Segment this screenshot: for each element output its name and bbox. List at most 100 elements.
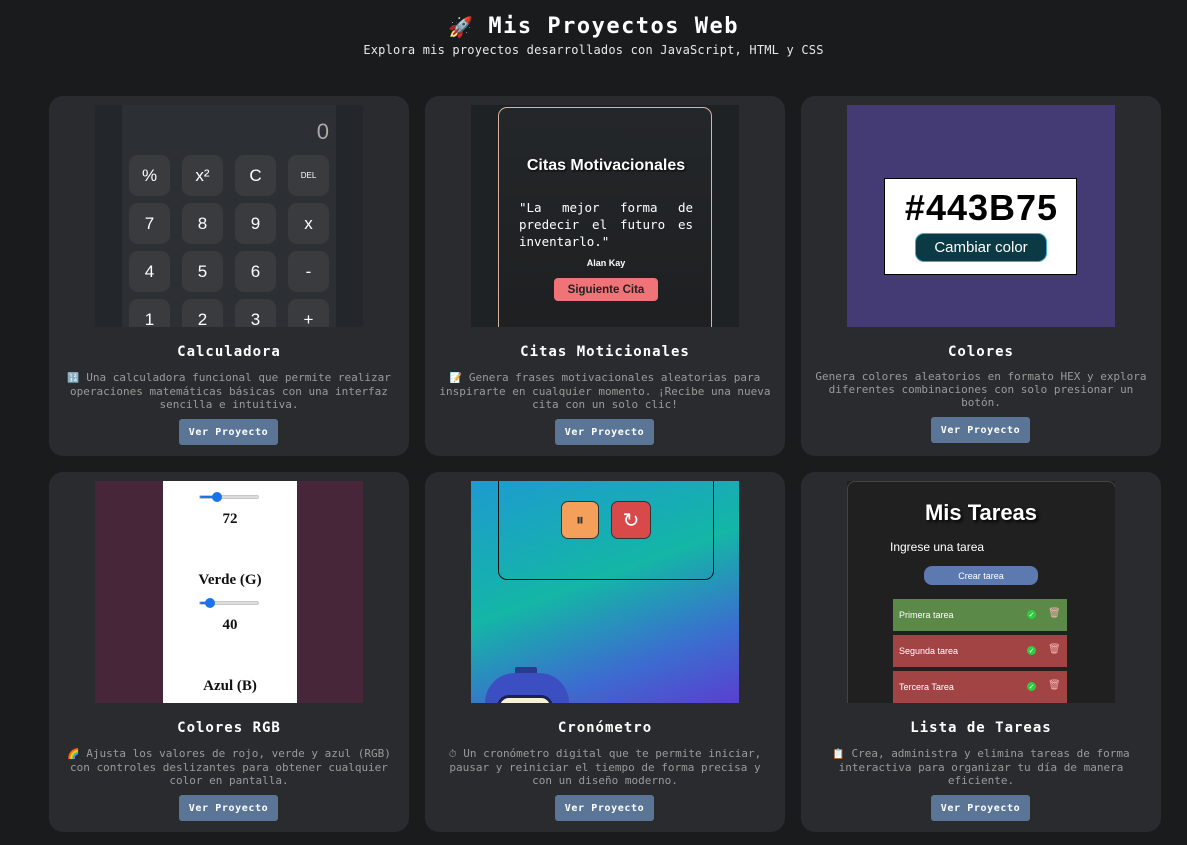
calculator-key: +	[288, 299, 329, 327]
project-title: Citas Moticionales	[520, 344, 690, 360]
project-description: ⏱ Un cronómetro digital que te permite i…	[437, 747, 773, 787]
stopwatch-panel	[498, 481, 714, 580]
ver-proyecto-button[interactable]: Ver Proyecto	[555, 795, 654, 821]
calculator-key: 7	[129, 203, 170, 244]
ver-proyecto-button[interactable]: Ver Proyecto	[931, 417, 1030, 443]
next-quote-button: Siguiente Cita	[554, 278, 658, 301]
change-color-button: Cambiar color	[915, 233, 1047, 262]
project-description-text: Ajusta los valores de rojo, verde y azul…	[70, 747, 391, 787]
calculator-key: DEL	[288, 155, 329, 196]
trash-icon: 🗑	[1048, 644, 1061, 655]
rgb-preview: 72 Verde (G) 40 Azul (B)	[95, 481, 363, 703]
task-row: Primera tarea ✓ 🗑	[893, 599, 1067, 631]
page-header: 🚀 Mis Proyectos Web Explora mis proyecto…	[0, 14, 1187, 57]
project-card-lista-tareas: Mis Tareas Ingrese una tarea Crear tarea…	[801, 472, 1161, 832]
calculator-keypad: % x² C DEL 7 8 9 x 4 5 6- 1 2 3 +	[129, 155, 329, 327]
rocket-icon: 🚀	[447, 14, 475, 39]
project-description-text: Un cronómetro digital que te permite ini…	[449, 747, 762, 787]
memo-icon: 📝	[449, 373, 463, 384]
tasks-title: Mis Tareas	[924, 500, 1038, 525]
quotes-frame: Citas Motivacionales "La mejor forma de …	[498, 107, 712, 327]
pause-icon: ⏸	[561, 501, 599, 539]
task-row: Tercera Tarea ✓ 🗑	[893, 671, 1067, 703]
page-title: 🚀 Mis Proyectos Web	[0, 14, 1187, 39]
trash-icon: 🗑	[1048, 680, 1061, 691]
green-slider-thumb	[204, 598, 215, 608]
calculator-key: 6	[235, 251, 276, 292]
project-description: Genera colores aleatorios en formato HEX…	[813, 370, 1149, 409]
quote-author: Alan Kay	[586, 258, 626, 268]
project-title: Colores	[947, 344, 1014, 360]
project-description-text: Una calculadora funcional que permite re…	[70, 371, 391, 411]
calculator-preview: 0 % x² C DEL 7 8 9 x 4 5 6- 1 2 3 +	[95, 105, 363, 327]
check-icon: ✓	[1027, 682, 1036, 691]
task-text: Primera tarea	[899, 610, 954, 620]
color-hex-box: #443B75 Cambiar color	[884, 178, 1077, 275]
red-value: 72	[222, 511, 238, 527]
create-task-button: Crear tarea	[924, 566, 1038, 585]
project-card-cronometro: ⏸ ↻ Cronómetro ⏱ Un cronómetro digital q…	[425, 472, 785, 832]
blue-label: Azul (B)	[203, 678, 257, 694]
calculator-key: 3	[235, 299, 276, 327]
calculator-key: 2	[182, 299, 223, 327]
calculator-key: C	[235, 155, 276, 196]
task-row: Segunda tarea ✓ 🗑	[893, 635, 1067, 667]
project-description: 🔢 Una calculadora funcional que permite …	[61, 371, 397, 411]
project-card-colores: #443B75 Cambiar color Colores Genera col…	[801, 96, 1161, 456]
ver-proyecto-button[interactable]: Ver Proyecto	[179, 795, 278, 821]
quote-text: "La mejor forma de predecir el futuro es…	[519, 200, 693, 249]
calculator-key: 4	[129, 251, 170, 292]
calculator-key: %	[129, 155, 170, 196]
red-slider	[199, 492, 259, 502]
stopwatch-preview: ⏸ ↻	[471, 481, 739, 703]
numbers-icon: 🔢	[67, 373, 80, 384]
calculator-edge	[336, 105, 363, 327]
quotes-title: Citas Motivacionales	[526, 157, 686, 174]
clipboard-icon: 📋	[832, 749, 845, 760]
calculator-key: x	[288, 203, 329, 244]
red-slider-thumb	[211, 492, 222, 502]
calculator-key: 5	[182, 251, 223, 292]
page-title-text: Mis Proyectos Web	[488, 14, 740, 39]
task-text: Segunda tarea	[899, 646, 959, 656]
project-title: Cronómetro	[557, 720, 653, 736]
page-subtitle: Explora mis proyectos desarrollados con …	[363, 43, 824, 57]
check-icon: ✓	[1027, 610, 1036, 619]
green-label: Verde (G)	[198, 572, 262, 588]
ver-proyecto-button[interactable]: Ver Proyecto	[931, 795, 1030, 821]
task-input-label: Ingrese una tarea	[890, 540, 985, 554]
robot-face	[497, 695, 553, 703]
ver-proyecto-button[interactable]: Ver Proyecto	[179, 419, 278, 445]
color-hex-value: #443B75	[904, 187, 1059, 228]
project-card-citas: Citas Motivacionales "La mejor forma de …	[425, 96, 785, 456]
colors-preview: #443B75 Cambiar color	[847, 105, 1115, 327]
project-card-calculadora: 0 % x² C DEL 7 8 9 x 4 5 6- 1 2 3 + Calculadora 🔢 Una …	[49, 96, 409, 456]
project-card-colores-rgb: 72 Verde (G) 40 Azul (B) Colores RGB 🌈 A…	[49, 472, 409, 832]
calculator-key: 1	[129, 299, 170, 327]
stopwatch-icon: ⏱	[448, 749, 457, 760]
calculator-edge	[95, 105, 122, 327]
project-description: 📋 Crea, administra y elimina tareas de f…	[813, 747, 1149, 787]
calculator-display: 0	[316, 119, 329, 144]
project-description-text: Crea, administra y elimina tareas de for…	[838, 747, 1130, 787]
calculator-key: 9	[235, 203, 276, 244]
rainbow-icon: 🌈	[67, 749, 80, 760]
task-text: Tercera Tarea	[899, 682, 954, 692]
quotes-preview: Citas Motivacionales "La mejor forma de …	[471, 105, 739, 327]
project-description: 📝 Genera frases motivacionales aleatoria…	[437, 371, 773, 411]
project-title: Calculadora	[177, 344, 281, 360]
reset-icon: ↻	[611, 501, 651, 539]
rgb-panel: 72 Verde (G) 40 Azul (B)	[163, 481, 297, 703]
check-icon: ✓	[1027, 646, 1036, 655]
green-value: 40	[222, 617, 238, 633]
project-description: 🌈 Ajusta los valores de rojo, verde y az…	[61, 747, 397, 787]
project-description-text: Genera colores aleatorios en formato HEX…	[815, 370, 1147, 409]
green-slider	[199, 598, 259, 608]
ver-proyecto-button[interactable]: Ver Proyecto	[555, 419, 654, 445]
tasks-preview: Mis Tareas Ingrese una tarea Crear tarea…	[847, 481, 1115, 703]
calculator-key: x²	[182, 155, 223, 196]
project-title: Colores RGB	[177, 720, 281, 736]
trash-icon: 🗑	[1048, 608, 1061, 619]
project-title: Lista de Tareas	[910, 720, 1052, 736]
calculator-key: 8	[182, 203, 223, 244]
